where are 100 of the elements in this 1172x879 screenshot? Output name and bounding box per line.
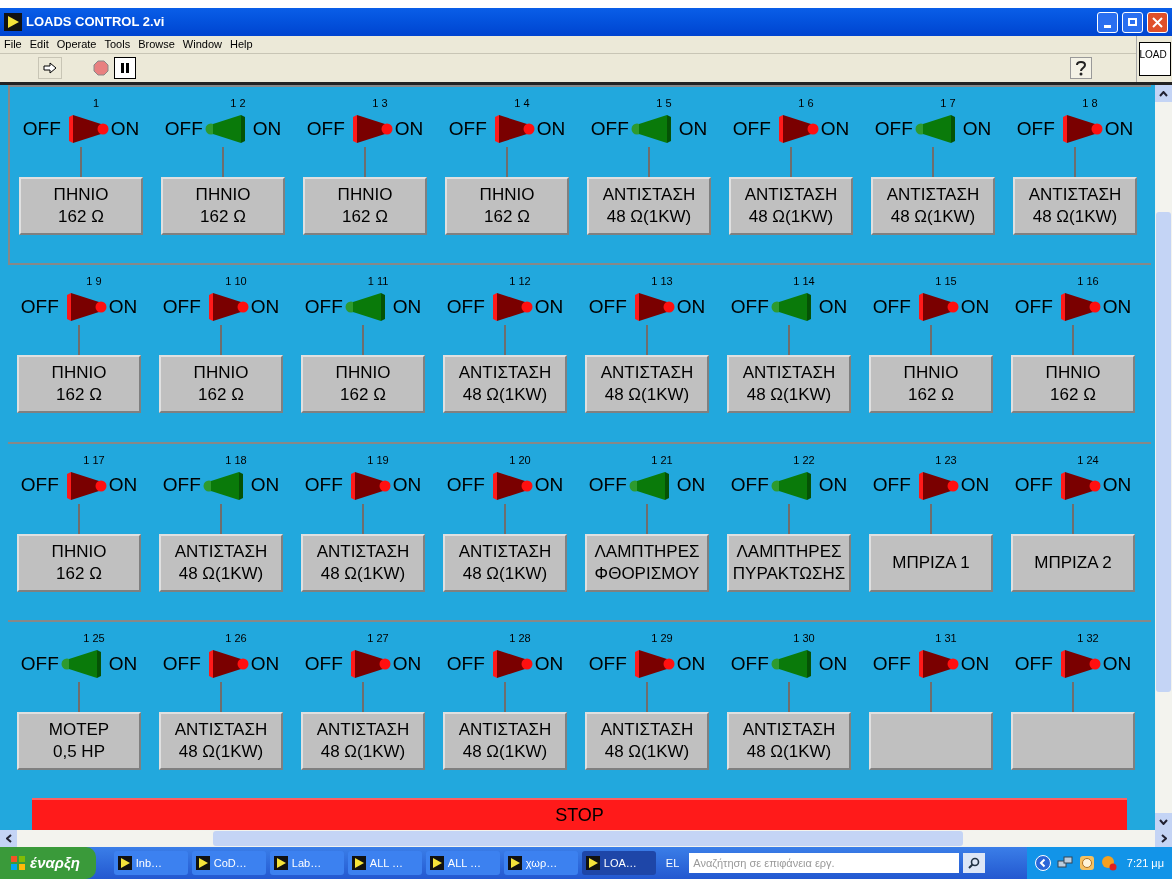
taskbar-button[interactable]: Lab…: [269, 851, 344, 875]
switch-number: 1 27: [367, 633, 389, 645]
load-button[interactable]: ΑΝΤΙΣΤΑΣΗ 48 Ω(1KW): [585, 355, 709, 414]
taskbar-button[interactable]: CoD…: [191, 851, 266, 875]
minimize-button[interactable]: [1097, 11, 1118, 33]
off-label: OFF: [872, 651, 911, 676]
run-button[interactable]: [38, 57, 62, 79]
off-label: OFF: [588, 473, 627, 498]
search-field[interactable]: Αναζήτηση σε επιφάνεια εργ.: [689, 853, 960, 873]
switch-number: 1 7: [940, 98, 956, 109]
load-button[interactable]: ΑΝΤΙΣΤΑΣΗ 48 Ω(1KW): [159, 712, 283, 771]
app-icon: [507, 856, 522, 870]
horizontal-scrollbar[interactable]: [0, 830, 1172, 847]
load-button[interactable]: ΑΝΤΙΣΤΑΣΗ 48 Ω(1KW): [159, 533, 283, 592]
switch-number: 1 29: [651, 633, 673, 645]
on-label: ON: [818, 651, 848, 676]
load-button[interactable]: ΠΗΝΙΟ 162 Ω: [445, 177, 569, 235]
load-button[interactable]: ΠΗΝΙΟ 162 Ω: [19, 177, 143, 235]
search-button[interactable]: [963, 853, 986, 873]
on-label: ON: [676, 651, 706, 676]
load-button[interactable]: ΠΗΝΙΟ 162 Ω: [303, 177, 427, 235]
load-button[interactable]: ΠΗΝΙΟ 162 Ω: [1011, 355, 1135, 414]
menu-item[interactable]: Window: [182, 36, 222, 53]
load-button[interactable]: ΑΝΤΙΣΤΑΣΗ 48 Ω(1KW): [585, 712, 709, 771]
load-button[interactable]: ΛΑΜΠΤΗΡΕΣ ΦΘΟΡΙΣΜΟΥ: [585, 533, 709, 592]
load-button[interactable]: ΑΝΤΙΣΤΑΣΗ 48 Ω(1KW): [301, 712, 425, 771]
on-label: ON: [534, 295, 564, 320]
on-label: ON: [392, 295, 422, 320]
taskbar-button[interactable]: Inb…: [113, 851, 188, 875]
close-button[interactable]: [1147, 11, 1168, 33]
on-label: ON: [108, 473, 138, 498]
load-button[interactable]: ΑΝΤΙΣΤΑΣΗ 48 Ω(1KW): [443, 712, 567, 771]
load-button[interactable]: ΠΗΝΙΟ 162 Ω: [159, 355, 283, 414]
menu-item[interactable]: Edit: [29, 36, 49, 53]
load-button[interactable]: ΠΗΝΙΟ 162 Ω: [869, 355, 993, 414]
off-label: OFF: [20, 295, 59, 320]
load-button[interactable]: ΜΠΡΙΖΑ 1: [869, 533, 993, 592]
labview-icon: [4, 13, 22, 31]
network-icon[interactable]: [1056, 855, 1073, 871]
off-label: OFF: [22, 116, 61, 141]
taskbar-button[interactable]: ALL …: [425, 851, 500, 875]
load-button[interactable]: ΑΝΤΙΣΤΑΣΗ 48 Ω(1KW): [443, 355, 567, 414]
on-label: ON: [962, 116, 992, 141]
load-button[interactable]: ΠΗΝΙΟ 162 Ω: [17, 355, 141, 414]
on-label: ON: [110, 116, 140, 141]
load-button[interactable]: ΑΝΤΙΣΤΑΣΗ 48 Ω(1KW): [727, 712, 851, 771]
menu-item[interactable]: Operate: [56, 36, 97, 53]
switch-number: 1 16: [1077, 276, 1099, 288]
switch-number: 1: [92, 98, 100, 109]
off-label: OFF: [162, 473, 201, 498]
load-button[interactable]: ΑΝΤΙΣΤΑΣΗ 48 Ω(1KW): [1013, 177, 1137, 235]
load-button[interactable]: ΑΝΤΙΣΤΑΣΗ 48 Ω(1KW): [301, 533, 425, 592]
menu-item[interactable]: File: [4, 36, 22, 53]
on-label: ON: [1104, 116, 1134, 141]
language-indicator[interactable]: EL: [659, 854, 686, 872]
menu-item[interactable]: Browse: [138, 36, 175, 53]
switch-number: 1 22: [793, 454, 815, 466]
off-label: OFF: [730, 651, 769, 676]
vertical-scrollbar[interactable]: [1155, 85, 1172, 830]
app-icon: [585, 856, 600, 870]
load-button[interactable]: ΠΗΝΙΟ 162 Ω: [17, 533, 141, 592]
stop-button[interactable]: STOP: [32, 798, 1127, 830]
help-button[interactable]: [1070, 57, 1092, 79]
load-button[interactable]: ΑΝΤΙΣΤΑΣΗ 48 Ω(1KW): [727, 355, 851, 414]
load-button[interactable]: ΜΠΡΙΖΑ 2: [1011, 533, 1135, 592]
load-button[interactable]: ΑΝΤΙΣΤΑΣΗ 48 Ω(1KW): [871, 177, 995, 235]
on-label: ON: [1102, 651, 1132, 676]
clock-badge-icon[interactable]: [1078, 855, 1095, 871]
load-button[interactable]: ΑΝΤΙΣΤΑΣΗ 48 Ω(1KW): [443, 533, 567, 592]
taskbar-button[interactable]: χωρ…: [503, 851, 578, 875]
off-label: OFF: [304, 473, 343, 498]
load-button[interactable]: ΑΝΤΙΣΤΑΣΗ 48 Ω(1KW): [729, 177, 853, 235]
on-label: ON: [250, 473, 280, 498]
load-button[interactable]: ΠΗΝΙΟ 162 Ω: [301, 355, 425, 414]
on-label: ON: [108, 651, 138, 676]
menu-item[interactable]: Tools: [104, 36, 131, 53]
load-button[interactable]: ΛΑΜΠΤΗΡΕΣ ΠΥΡΑΚΤΩΣΗΣ: [727, 533, 851, 592]
menu-item[interactable]: Help: [229, 36, 253, 53]
restore-button[interactable]: [1122, 11, 1143, 33]
start-button[interactable]: έναρξη: [0, 847, 96, 879]
switch-number: 1 25: [83, 633, 105, 645]
switch-number: 1 24: [1077, 454, 1099, 466]
switch-number: 1 8: [1082, 98, 1098, 109]
load-button[interactable]: ΠΗΝΙΟ 162 Ω: [161, 177, 285, 235]
blank-button[interactable]: [869, 712, 993, 771]
pause-button[interactable]: [114, 57, 136, 79]
switch-number: 1 19: [367, 454, 389, 466]
taskbar-button[interactable]: LOA…: [581, 851, 656, 875]
load-button[interactable]: ΑΝΤΙΣΤΑΣΗ 48 Ω(1KW): [587, 177, 711, 235]
switch-number: 1 2: [230, 98, 246, 109]
alert-icon[interactable]: [1100, 855, 1117, 871]
switch-number: 1 12: [509, 276, 531, 288]
chevron-left-icon[interactable]: [1034, 855, 1051, 871]
blank-button[interactable]: [1011, 712, 1135, 771]
load-button[interactable]: ΜΟΤΕΡ 0,5 HP: [17, 712, 141, 771]
on-label: ON: [534, 651, 564, 676]
window-title: LOADS CONTROL 2.vi: [26, 13, 165, 32]
taskbar-button[interactable]: ALL …: [347, 851, 422, 875]
switch-number: 1 30: [793, 633, 815, 645]
on-label: ON: [820, 116, 850, 141]
